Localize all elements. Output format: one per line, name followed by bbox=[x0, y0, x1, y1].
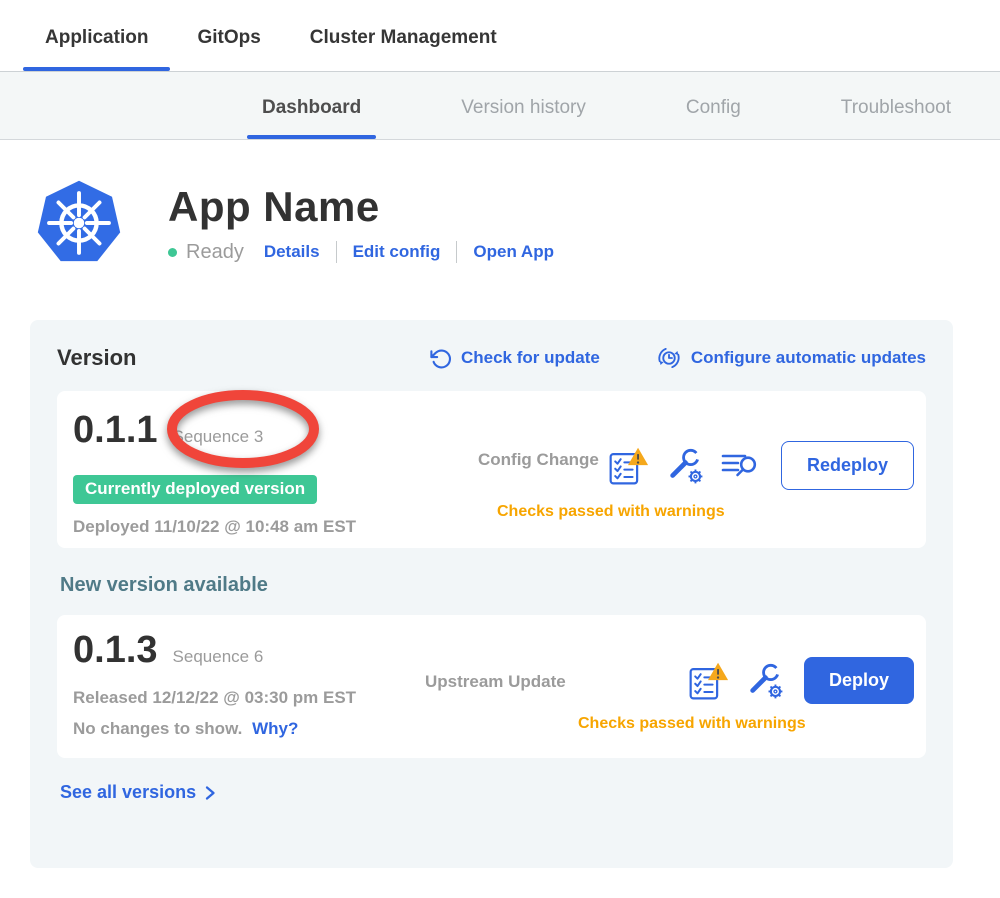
app-status: Ready bbox=[186, 241, 244, 264]
deployed-version-number: 0.1.1 bbox=[73, 407, 158, 453]
redeploy-button[interactable]: Redeploy bbox=[781, 441, 914, 490]
wrench-gear-icon[interactable] bbox=[746, 662, 784, 700]
edit-config-link[interactable]: Edit config bbox=[353, 242, 441, 262]
tab-version-history[interactable]: Version history bbox=[446, 97, 601, 139]
check-for-update-link[interactable]: Check for update bbox=[429, 347, 600, 370]
configure-automatic-updates-label: Configure automatic updates bbox=[691, 348, 926, 368]
available-source-label: Upstream Update bbox=[425, 672, 566, 692]
wrench-gear-icon[interactable] bbox=[666, 447, 704, 485]
app-header: App Name Ready Details Edit config Open … bbox=[35, 178, 1000, 268]
see-all-versions-link[interactable]: See all versions bbox=[60, 782, 217, 803]
see-all-versions-label: See all versions bbox=[60, 782, 196, 803]
version-panel-title: Version bbox=[57, 345, 136, 371]
divider bbox=[456, 241, 457, 263]
preflight-checks-icon[interactable] bbox=[607, 445, 649, 487]
version-panel: Version Check for update Configure bbox=[30, 320, 953, 868]
deployed-date: Deployed 11/10/22 @ 10:48 am EST bbox=[73, 517, 910, 537]
nav-tab-cluster-management[interactable]: Cluster Management bbox=[288, 27, 519, 71]
app-sub-nav: Dashboard Version history Config Trouble… bbox=[0, 72, 1000, 140]
new-version-heading: New version available bbox=[60, 574, 926, 597]
file-search-icon[interactable] bbox=[721, 451, 761, 481]
refresh-icon bbox=[429, 347, 452, 370]
available-checks-status: Checks passed with warnings bbox=[578, 715, 806, 733]
deployed-sequence-label: Sequence 3 bbox=[173, 414, 264, 460]
tab-troubleshoot[interactable]: Troubleshoot bbox=[826, 97, 966, 139]
deploy-button[interactable]: Deploy bbox=[804, 657, 914, 704]
divider bbox=[336, 241, 337, 263]
available-version-card: 0.1.3 Sequence 6 Released 12/12/22 @ 03:… bbox=[57, 615, 926, 758]
status-dot bbox=[168, 248, 177, 257]
check-for-update-label: Check for update bbox=[461, 348, 600, 368]
open-app-link[interactable]: Open App bbox=[473, 242, 554, 262]
tab-dashboard[interactable]: Dashboard bbox=[247, 97, 376, 139]
preflight-checks-icon[interactable] bbox=[687, 660, 729, 702]
nav-tab-gitops[interactable]: GitOps bbox=[175, 27, 282, 71]
primary-nav: Application GitOps Cluster Management bbox=[0, 0, 1000, 72]
configure-automatic-updates-link[interactable]: Configure automatic updates bbox=[656, 345, 926, 371]
deployed-source-label: Config Change bbox=[478, 450, 599, 470]
chevron-right-icon bbox=[203, 785, 217, 801]
page-title: App Name bbox=[168, 183, 554, 231]
why-link[interactable]: Why? bbox=[252, 719, 298, 738]
available-version-number: 0.1.3 bbox=[73, 627, 158, 673]
currently-deployed-badge: Currently deployed version bbox=[73, 475, 317, 504]
no-changes-text: No changes to show. bbox=[73, 719, 242, 738]
available-sequence-label: Sequence 6 bbox=[173, 634, 264, 680]
kubernetes-logo-icon bbox=[35, 178, 123, 268]
nav-tab-application[interactable]: Application bbox=[23, 27, 170, 71]
deployed-version-card: 0.1.1 Sequence 3 Currently deployed vers… bbox=[57, 391, 926, 548]
tab-config[interactable]: Config bbox=[671, 97, 756, 139]
details-link[interactable]: Details bbox=[264, 242, 320, 262]
deployed-checks-status: Checks passed with warnings bbox=[497, 503, 725, 521]
clock-sync-icon bbox=[656, 345, 682, 371]
